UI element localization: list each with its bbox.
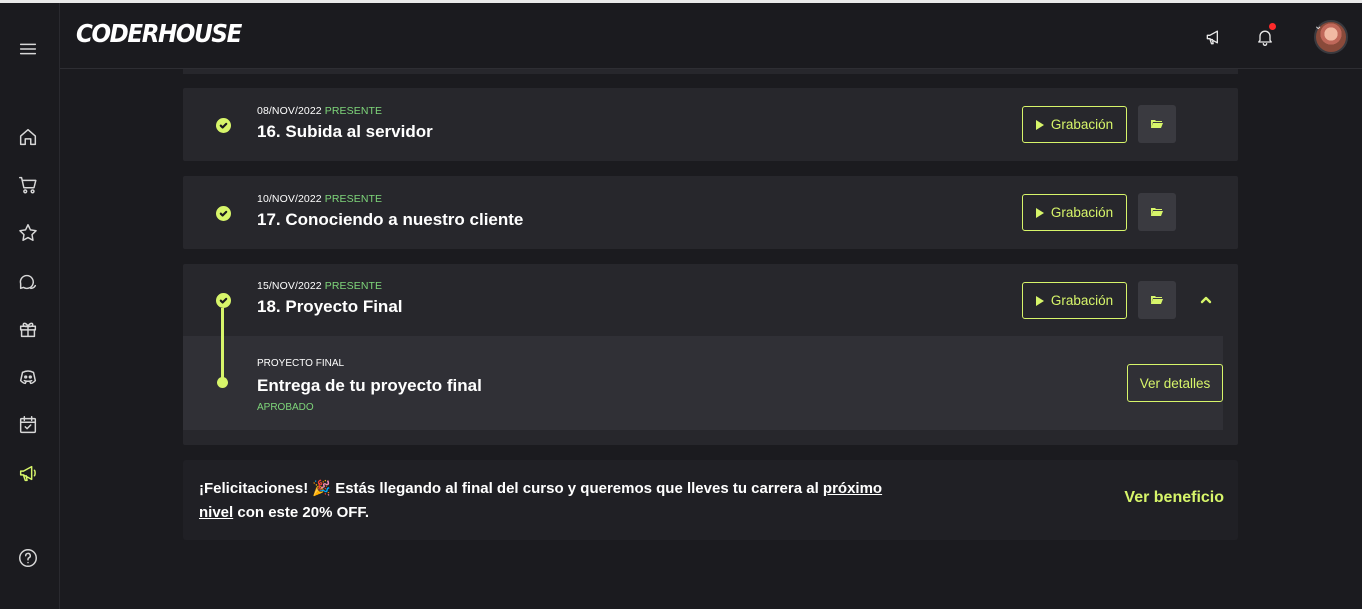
deliverable-status: APROBADO: [257, 402, 314, 413]
previous-class-card-edge: [183, 69, 1238, 74]
class-date: 15/NOV/2022: [257, 280, 322, 292]
calendar-check-icon[interactable]: [16, 413, 40, 437]
chat-icon[interactable]: [16, 269, 40, 293]
menu-icon[interactable]: [16, 37, 40, 61]
class-title: 16. Subida al servidor: [257, 122, 433, 141]
folder-button[interactable]: [1138, 193, 1176, 231]
sidebar: [0, 3, 60, 609]
recording-button-label: Grabación: [1050, 117, 1114, 132]
promo-banner: ¡Felicitaciones! 🎉 Estás llegando al fin…: [183, 460, 1238, 540]
megaphone-icon[interactable]: [16, 461, 40, 485]
folder-icon: [1151, 296, 1163, 304]
class-date-line: 15/NOV/2022 PRESENTE: [257, 280, 382, 292]
class-card-expanded: 15/NOV/2022 PRESENTE 18. Proyecto Final G…: [183, 264, 1238, 445]
recording-button-label: Grabación: [1050, 205, 1114, 220]
bell-icon[interactable]: [1253, 23, 1277, 49]
star-icon[interactable]: [16, 221, 40, 245]
home-icon[interactable]: [16, 125, 40, 149]
class-date-line: 08/NOV/2022 PRESENTE: [257, 105, 382, 117]
class-card: 10/NOV/2022 PRESENTE 17. Conociendo a nue…: [183, 176, 1238, 249]
announcements-megaphone-icon[interactable]: [1202, 25, 1226, 49]
view-details-button[interactable]: Ver detalles: [1127, 364, 1223, 402]
chevron-down-icon[interactable]: ⌄: [1314, 21, 1322, 32]
check-circle-icon: [216, 206, 231, 221]
timeline-dot: [217, 377, 228, 388]
class-title: 17. Conociendo a nuestro cliente: [257, 210, 524, 229]
class-date-line: 10/NOV/2022 PRESENTE: [257, 193, 382, 205]
folder-icon: [1151, 208, 1163, 216]
play-icon: [1035, 295, 1044, 306]
folder-icon: [1151, 120, 1163, 128]
help-icon[interactable]: [16, 546, 40, 570]
promo-text-intro: ¡Felicitaciones! 🎉 Estás llegando al fin…: [199, 480, 823, 497]
notification-dot: [1269, 23, 1276, 30]
top-header: CODERHOUSE ⌄: [60, 3, 1362, 69]
discord-icon[interactable]: [16, 365, 40, 389]
check-circle-icon: [216, 118, 231, 133]
attendance-status: PRESENTE: [324, 193, 383, 205]
play-icon: [1035, 207, 1044, 218]
play-icon: [1035, 119, 1044, 130]
view-benefit-link[interactable]: Ver beneficio: [1124, 489, 1224, 507]
recording-button[interactable]: Grabación: [1022, 106, 1127, 143]
check-circle-icon: [216, 293, 231, 308]
attendance-status: PRESENTE: [324, 105, 383, 117]
class-date: 10/NOV/2022: [257, 193, 322, 205]
gift-icon[interactable]: [16, 317, 40, 341]
recording-button-label: Grabación: [1050, 293, 1114, 308]
promo-text-outro: con este 20% OFF.: [233, 504, 370, 521]
class-card: 08/NOV/2022 PRESENTE 16. Subida al servid…: [183, 88, 1238, 161]
folder-button[interactable]: [1138, 281, 1176, 319]
attendance-status: PRESENTE: [324, 280, 383, 292]
cart-icon[interactable]: [16, 173, 40, 197]
collapse-chevron-up-icon[interactable]: [1197, 291, 1215, 309]
recording-button[interactable]: Grabación: [1022, 282, 1127, 319]
promo-text: ¡Felicitaciones! 🎉 Estás llegando al fin…: [199, 477, 899, 525]
timeline-line: [221, 308, 224, 382]
class-date: 08/NOV/2022: [257, 105, 322, 117]
folder-button[interactable]: [1138, 105, 1176, 143]
class-title: 18. Proyecto Final: [257, 297, 403, 316]
recording-button[interactable]: Grabación: [1022, 194, 1127, 231]
deliverable-label: PROYECTO FINAL: [257, 358, 345, 369]
deliverable-title: Entrega de tu proyecto final: [257, 376, 482, 395]
coderhouse-logo[interactable]: CODERHOUSE: [76, 19, 242, 48]
